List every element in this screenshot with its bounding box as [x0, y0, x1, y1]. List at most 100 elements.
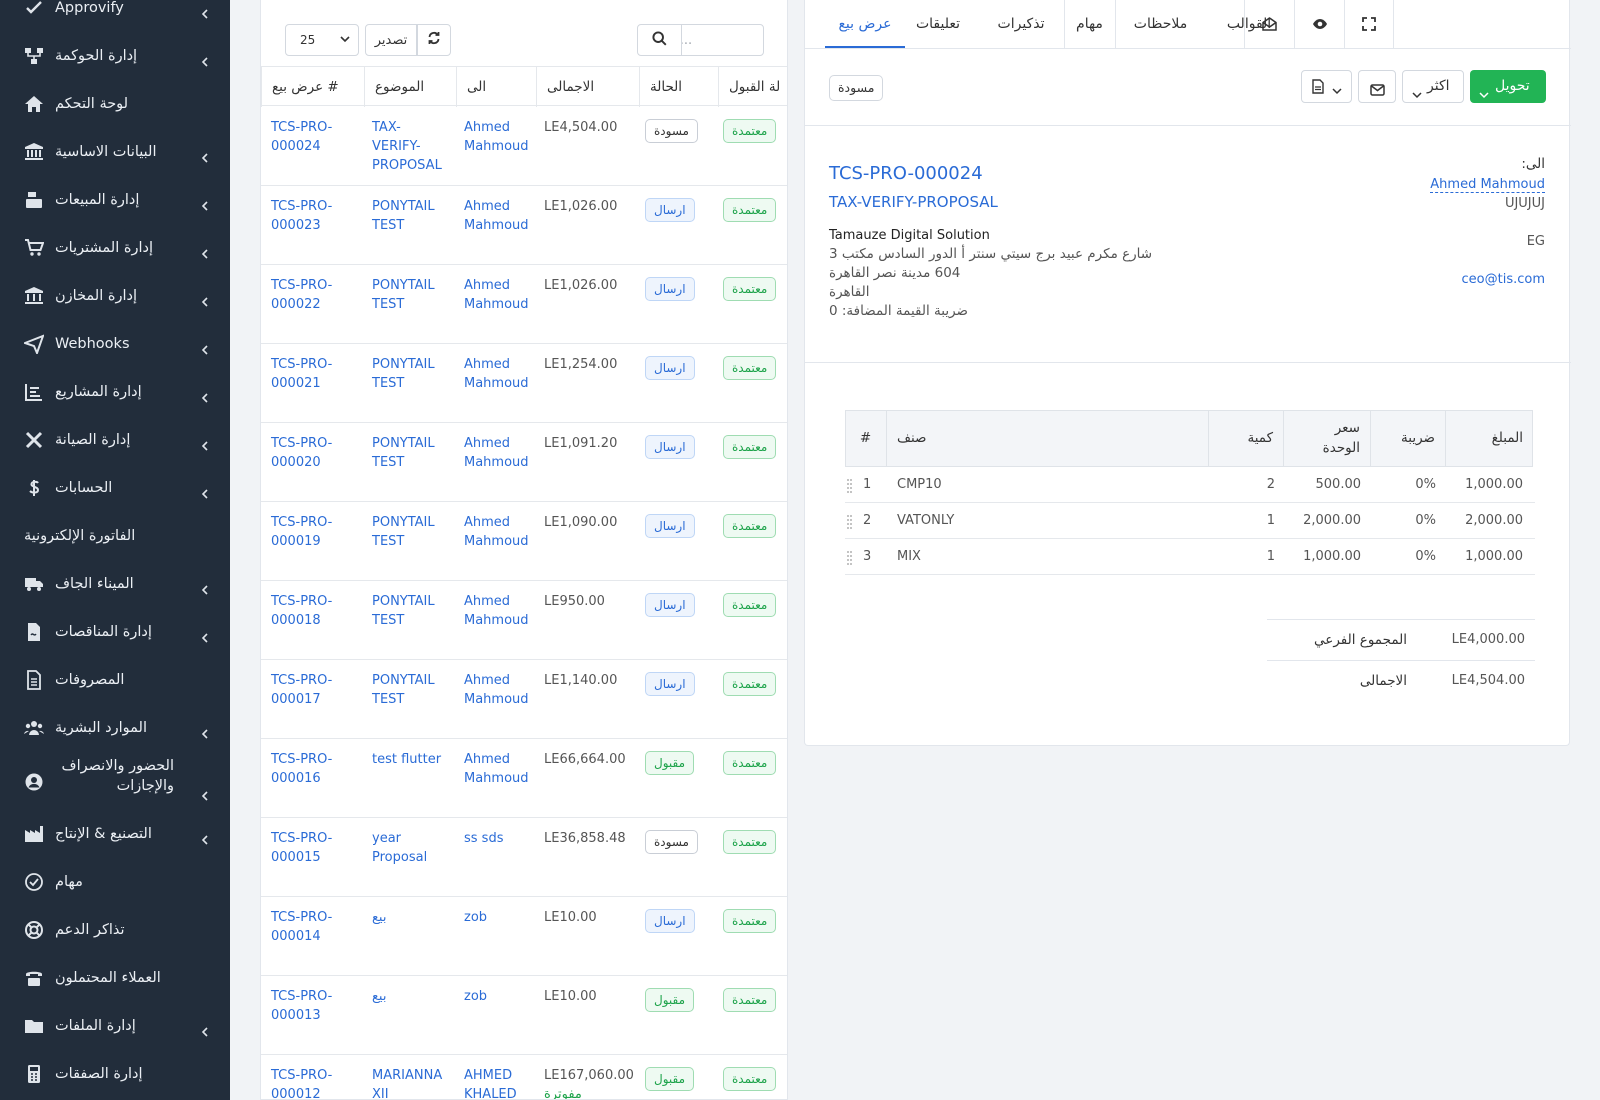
table-row[interactable]: TCS-PRO- 000014 بيع zob LE10.00 ارسال معتمدة [261, 897, 787, 976]
sidebar-item[interactable]: التصنيع & الإنتاج [0, 810, 230, 858]
proposal-number-link[interactable]: TCS-PRO- 000012 [271, 1066, 361, 1099]
export-button[interactable]: تصدير [365, 24, 417, 56]
customer-link[interactable]: zob [464, 908, 534, 927]
sidebar-item[interactable]: إدارة المخازن [0, 272, 230, 320]
sidebar-item[interactable]: الفاتورة الإلكترونية [0, 512, 230, 560]
sidebar-item[interactable]: إدارة الصفقات [0, 1050, 230, 1098]
sidebar-item[interactable]: لوحة التحكم [0, 80, 230, 128]
tab-2[interactable]: تذكيرات [980, 0, 1062, 48]
proposal-subject-link[interactable]: PONYTAIL TEST [372, 434, 456, 472]
proposal-number-link[interactable]: TCS-PRO- 000023 [271, 197, 361, 235]
table-row[interactable]: TCS-PRO- 000018 PONYTAIL TEST Ahmed Mahmoud LE… [261, 581, 787, 660]
table-row[interactable]: TCS-PRO- 000021 PONYTAIL TEST Ahmed Mahmoud LE… [261, 344, 787, 423]
sidebar-item[interactable]: الموارد البشرية [0, 704, 230, 752]
col-subject[interactable]: الموضوع [364, 67, 456, 107]
sidebar-item[interactable]: الحضور والانصراف والإجازات [0, 752, 230, 812]
customer-link[interactable]: Ahmed Mahmoud [464, 671, 534, 709]
proposal-subject-link[interactable]: test flutter [372, 750, 456, 769]
convert-button[interactable]: تحويل [1470, 70, 1546, 103]
table-row[interactable]: TCS-PRO- 000012 MARIANNA XII AHMED KHALED LE16… [261, 1055, 787, 1099]
email-button[interactable] [1358, 70, 1396, 103]
customer-link[interactable]: Ahmed Mahmoud [464, 197, 534, 235]
proposal-subject-link[interactable]: PONYTAIL TEST [372, 276, 456, 314]
table-row[interactable]: TCS-PRO- 000020 PONYTAIL TEST Ahmed Mahmoud LE… [261, 423, 787, 502]
fullscreen-button[interactable] [1344, 0, 1394, 48]
proposal-number-link[interactable]: TCS-PRO- 000022 [271, 276, 361, 314]
sidebar-item[interactable]: إدارة الملفات [0, 1002, 230, 1050]
proposal-number-link[interactable]: TCS-PRO- 000017 [271, 671, 361, 709]
proposal-subject-link[interactable]: PONYTAIL TEST [372, 197, 456, 235]
tab-4[interactable]: ملاحظات [1115, 0, 1205, 48]
sidebar-item[interactable]: البيانات الاساسية [0, 128, 230, 176]
customer-link[interactable]: Ahmed Mahmoud [464, 592, 534, 630]
drag-handle-icon[interactable] [847, 514, 853, 534]
table-row[interactable]: TCS-PRO- 000019 PONYTAIL TEST Ahmed Mahmoud LE… [261, 502, 787, 581]
sidebar-item[interactable]: إدارة المناقصات [0, 608, 230, 656]
customer-link[interactable]: Ahmed Mahmoud [464, 434, 534, 472]
col-number[interactable]: # عرض بيع [261, 67, 364, 107]
tab-3[interactable]: مهام [1064, 0, 1114, 48]
search-button[interactable] [637, 24, 682, 56]
proposal-subject-link[interactable]: PONYTAIL TEST [372, 513, 456, 551]
sidebar-item[interactable]: Webhooks [0, 320, 230, 368]
table-row[interactable]: TCS-PRO- 000013 بيع zob LE10.00 مقبول معتمدة [261, 976, 787, 1055]
proposal-number-link[interactable]: TCS-PRO- 000015 [271, 829, 361, 867]
tab-1[interactable]: تعليقات [903, 0, 973, 48]
customer-link[interactable]: Ahmed Mahmoud [464, 355, 534, 393]
proposal-number-link[interactable]: TCS-PRO- 000014 [271, 908, 361, 946]
sidebar-item[interactable]: مهام [0, 858, 230, 906]
to-name[interactable]: Ahmed Mahmoud [1430, 177, 1545, 193]
col-to[interactable]: الى [456, 67, 536, 107]
col-total[interactable]: الاجمالى [536, 67, 639, 107]
table-row[interactable]: TCS-PRO- 000015 year Proposal ss sds LE36,858… [261, 818, 787, 897]
customer-link[interactable]: Ahmed Mahmoud [464, 118, 534, 156]
tab-5[interactable]: القوالب [1205, 0, 1293, 48]
proposal-subject-link[interactable]: PONYTAIL TEST [372, 671, 456, 709]
customer-link[interactable]: zob [464, 987, 534, 1006]
sidebar-item[interactable]: الميناء الجاف [0, 560, 230, 608]
table-row[interactable]: TCS-PRO- 000022 PONYTAIL TEST Ahmed Mahmoud LE… [261, 265, 787, 344]
proposal-subject-link[interactable]: TAX- VERIFY- PROPOSAL [372, 118, 456, 175]
preview-button[interactable] [1294, 0, 1344, 48]
proposal-number-link[interactable]: TCS-PRO- 000018 [271, 592, 361, 630]
customer-link[interactable]: Ahmed Mahmoud [464, 276, 534, 314]
proposal-number-link[interactable]: TCS-PRO- 000021 [271, 355, 361, 393]
sidebar-item[interactable]: إدارة الصيانة [0, 416, 230, 464]
sidebar-item[interactable]: المصروفات [0, 656, 230, 704]
proposal-subject-link[interactable]: PONYTAIL TEST [372, 355, 456, 393]
refresh-button[interactable] [417, 24, 451, 56]
table-row[interactable]: TCS-PRO- 000017 PONYTAIL TEST Ahmed Mahmoud LE… [261, 660, 787, 739]
more-button[interactable]: اكثر [1402, 70, 1464, 103]
table-row[interactable]: TCS-PRO- 000023 PONYTAIL TEST Ahmed Mahmoud LE… [261, 186, 787, 265]
to-email[interactable]: ceo@tis.com [1462, 272, 1545, 287]
proposal-number-link[interactable]: TCS-PRO- 000024 [271, 118, 361, 156]
drag-handle-icon[interactable] [847, 550, 853, 570]
drag-handle-icon[interactable] [847, 478, 853, 498]
proposal-subject-link[interactable]: بيع [372, 987, 456, 1006]
sidebar-item[interactable]: إدارة المشاريع [0, 368, 230, 416]
sidebar-item[interactable]: العملاء المحتملون [0, 954, 230, 1002]
customer-link[interactable]: Ahmed Mahmoud [464, 513, 534, 551]
pdf-dropdown-button[interactable] [1301, 70, 1352, 103]
customer-link[interactable]: AHMED KHALED [464, 1066, 534, 1099]
table-row[interactable]: TCS-PRO- 000016 test flutter Ahmed Mahmoud LE… [261, 739, 787, 818]
proposal-subject-link[interactable]: year Proposal [372, 829, 456, 867]
proposal-subject-link[interactable]: PONYTAIL TEST [372, 592, 456, 630]
proposal-number-link[interactable]: TCS-PRO- 000013 [271, 987, 361, 1025]
customer-link[interactable]: Ahmed Mahmoud [464, 750, 534, 788]
customer-link[interactable]: ss sds [464, 829, 534, 848]
col-status[interactable]: الحالة [639, 67, 718, 107]
proposal-subject-link[interactable]: MARIANNA XII [372, 1066, 456, 1099]
proposal-number[interactable]: TCS-PRO-000024 [829, 163, 983, 184]
col-acceptance[interactable]: لة القبول [718, 67, 787, 107]
sidebar-item[interactable]: إدارة المشتريات [0, 224, 230, 272]
proposal-number-link[interactable]: TCS-PRO- 000020 [271, 434, 361, 472]
sidebar-item[interactable]: Approvify [0, 0, 230, 32]
sidebar-item[interactable]: تذاكر الدعم [0, 906, 230, 954]
table-row[interactable]: TCS-PRO- 000024 TAX- VERIFY- PROPOSAL Ahmed Ma… [261, 107, 787, 186]
sidebar-item[interactable]: الحسابات [0, 464, 230, 512]
tab-0[interactable]: عرض بيع [825, 0, 905, 48]
sidebar-item[interactable]: إدارة الحوكمة [0, 32, 230, 80]
sidebar-item[interactable]: إدارة المبيعات [0, 176, 230, 224]
proposal-number-link[interactable]: TCS-PRO- 000019 [271, 513, 361, 551]
